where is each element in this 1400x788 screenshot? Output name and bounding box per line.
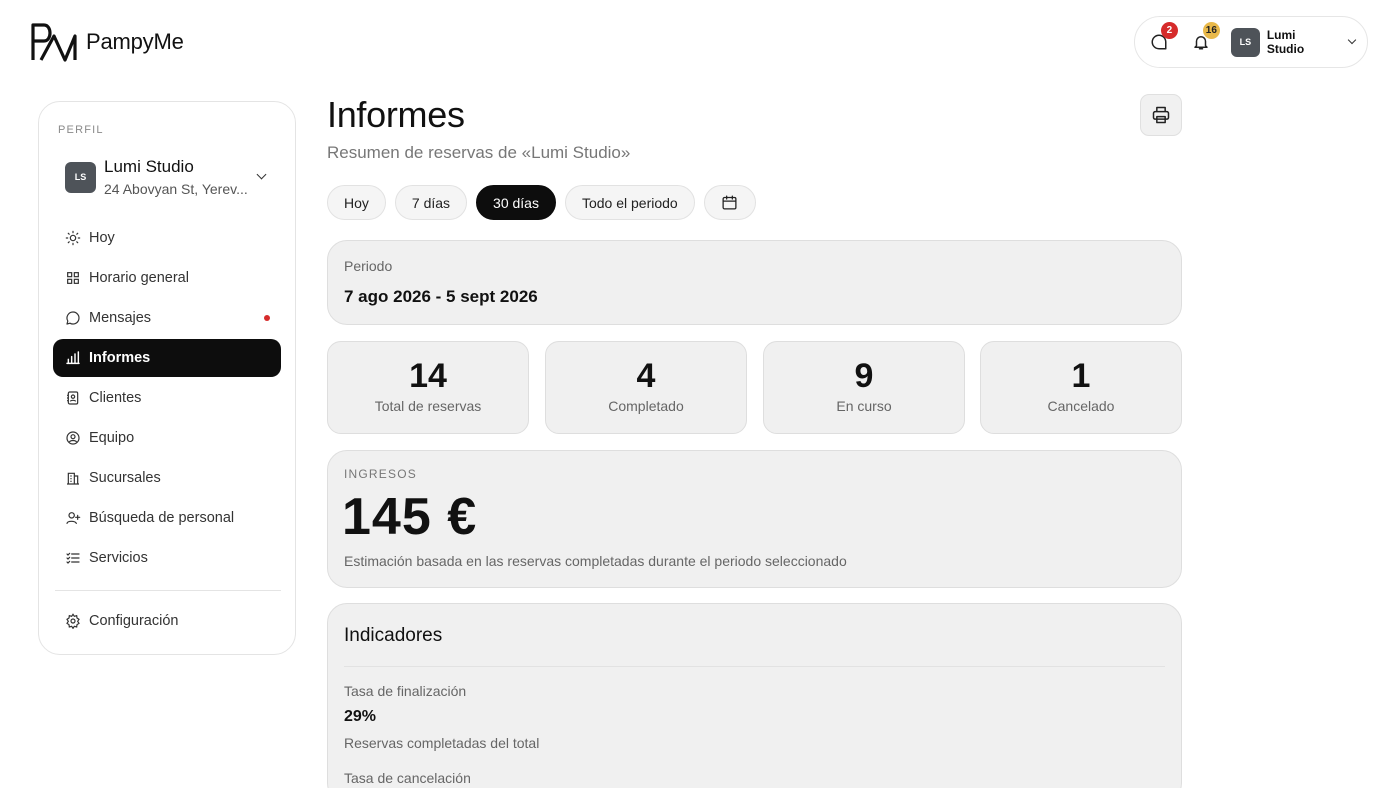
stat-cancelled: 1 Cancelado [980, 341, 1182, 434]
sidebar-item-informes[interactable]: Informes [53, 339, 281, 377]
checklist-icon [65, 550, 81, 566]
filter-30-dias[interactable]: 30 días [476, 185, 556, 220]
calendar-icon [722, 195, 737, 210]
unread-dot [264, 315, 270, 321]
page-title: Informes [327, 94, 465, 135]
sidebar-item-label: Equipo [89, 430, 135, 446]
user-name: Lumi Studio [1266, 28, 1305, 56]
chat-icon [65, 310, 81, 326]
user-menu[interactable]: LS Lumi Studio [1230, 27, 1357, 57]
pampyme-logo-icon [31, 23, 77, 62]
sidebar-nav: Hoy Horario general Mensajes Informes Cl… [53, 219, 281, 579]
stat-completed: 4 Completado [545, 341, 747, 434]
stat-label: Total de reservas [374, 398, 482, 414]
calendar-button[interactable] [703, 185, 756, 220]
brand-name: PampyMe [86, 29, 184, 54]
sidebar-item-hoy[interactable]: Hoy [53, 219, 281, 257]
grid-icon [65, 270, 81, 286]
filter-hoy[interactable]: Hoy [327, 185, 386, 220]
metric-label: Tasa de cancelación [344, 770, 471, 786]
income-value: 145 € [342, 488, 478, 546]
sidebar-item-label: Horario general [89, 270, 189, 286]
sidebar-secondary-nav: Configuración [53, 602, 281, 642]
profile-switcher[interactable]: LS Lumi Studio 24 Abovyan St, Yerev... [65, 157, 271, 197]
sidebar-item-mensajes[interactable]: Mensajes [53, 299, 281, 337]
user-circle-icon [65, 430, 81, 446]
stat-label: Cancelado [1047, 398, 1115, 414]
contacts-icon [65, 390, 81, 406]
sidebar-item-horario-general[interactable]: Horario general [53, 259, 281, 297]
bar-chart-icon [65, 350, 81, 366]
notifications-button[interactable]: 16 [1189, 22, 1220, 54]
page-subtitle: Resumen de reservas de «Lumi Studio» [327, 143, 631, 162]
stat-value: 14 [409, 357, 447, 395]
sidebar: PERFIL LS Lumi Studio 24 Abovyan St, Yer… [38, 101, 296, 655]
brand-logo[interactable]: PampyMe [30, 22, 184, 62]
sidebar-item-label: Mensajes [89, 310, 152, 326]
income-card: INGRESOS 145 € Estimación basada en las … [327, 450, 1182, 588]
chevron-down-icon [1347, 35, 1357, 45]
sun-icon [65, 230, 81, 246]
profile-address: 24 Abovyan St, Yerev... [104, 181, 248, 197]
divider [344, 666, 1165, 667]
sidebar-item-label: Clientes [89, 390, 142, 406]
stat-label: Completado [608, 398, 684, 414]
stat-value: 1 [1071, 357, 1091, 395]
sidebar-item-servicios[interactable]: Servicios [53, 539, 281, 577]
top-user-bar: 2 16 LS Lumi Studio [1134, 16, 1368, 68]
profile-name: Lumi Studio [104, 157, 194, 176]
printer-icon [1152, 106, 1170, 124]
messages-button[interactable]: 2 [1147, 22, 1178, 54]
stat-value: 4 [636, 357, 656, 395]
sidebar-item-label: Configuración [89, 613, 179, 629]
sidebar-item-equipo[interactable]: Equipo [53, 419, 281, 457]
avatar: LS [1230, 27, 1260, 57]
notifications-badge: 16 [1202, 22, 1220, 39]
sidebar-section-label: PERFIL [58, 124, 104, 136]
stat-total: 14 Total de reservas [327, 341, 529, 434]
sidebar-item-busqueda-de-personal[interactable]: Búsqueda de personal [53, 499, 281, 537]
profile-avatar: LS [65, 161, 96, 193]
sidebar-item-clientes[interactable]: Clientes [53, 379, 281, 417]
income-note: Estimación basada en las reservas comple… [344, 553, 847, 569]
period-value: 7 ago 2026 - 5 sept 2026 [344, 287, 538, 306]
sidebar-item-configuracion[interactable]: Configuración [53, 602, 281, 640]
messages-badge: 2 [1160, 22, 1178, 39]
sidebar-item-label: Hoy [89, 230, 115, 246]
sidebar-item-sucursales[interactable]: Sucursales [53, 459, 281, 497]
period-card: Periodo 7 ago 2026 - 5 sept 2026 [327, 240, 1182, 325]
chevron-down-icon [256, 169, 267, 180]
filter-todo-el-periodo[interactable]: Todo el periodo [564, 185, 695, 220]
income-label: INGRESOS [344, 467, 417, 481]
user-plus-icon [65, 510, 81, 526]
gear-icon [65, 613, 81, 629]
metric-value: 29% [344, 708, 377, 725]
sidebar-item-label: Búsqueda de personal [89, 510, 235, 526]
sidebar-item-label: Sucursales [89, 470, 161, 486]
sidebar-item-label: Servicios [89, 550, 148, 566]
stat-value: 9 [854, 357, 874, 395]
filter-7-dias[interactable]: 7 días [394, 185, 468, 220]
metric-label: Tasa de finalización [344, 683, 467, 699]
building-icon [65, 470, 81, 486]
period-filters: Hoy 7 días 30 días Todo el periodo [327, 185, 756, 220]
indicators-title: Indicadores [344, 625, 443, 646]
print-button[interactable] [1140, 94, 1182, 136]
sidebar-item-label: Informes [89, 350, 151, 366]
metric-note: Reservas completadas del total [344, 735, 540, 751]
sidebar-divider [55, 590, 281, 591]
period-label: Periodo [344, 258, 393, 274]
stat-label: En curso [836, 398, 892, 414]
stat-in-progress: 9 En curso [763, 341, 965, 434]
indicators-card: Indicadores Tasa de finalización 29% Res… [327, 603, 1182, 788]
